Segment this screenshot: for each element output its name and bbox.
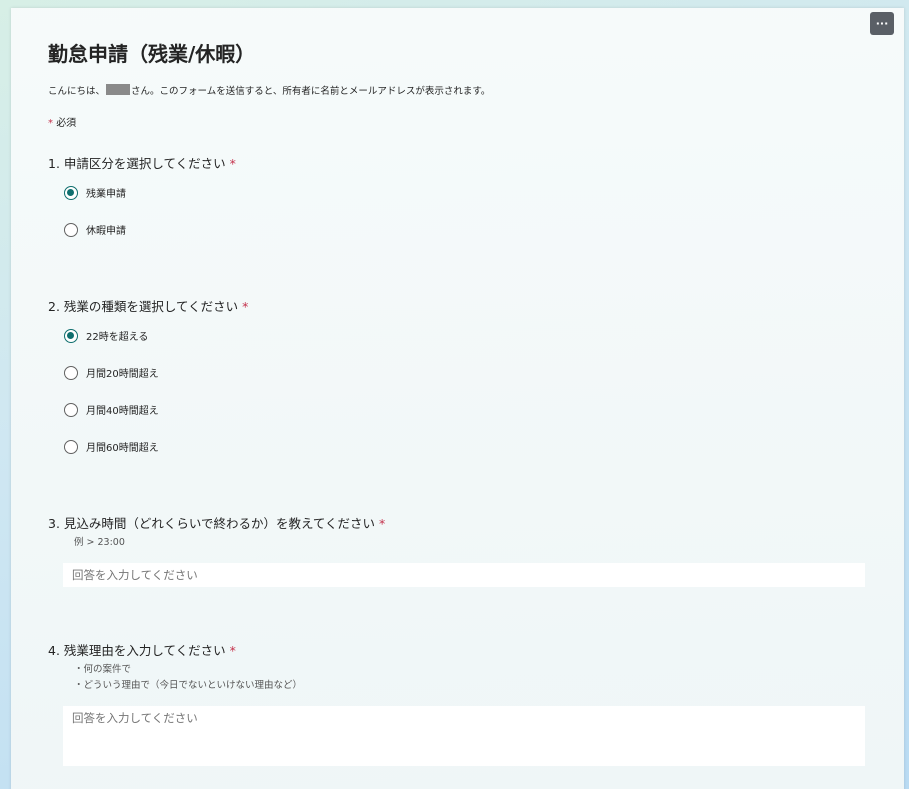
question-1-required-star: * [229, 156, 236, 171]
radio-unchecked-icon[interactable] [64, 365, 78, 380]
radio-unchecked-icon[interactable] [64, 222, 78, 237]
option-label: 月間40時間超え [86, 406, 159, 417]
greeting-text: こんにちは、 さん。このフォームを送信すると、所有者に名前とメールアドレスが表示さ… [48, 83, 490, 97]
required-star: * [48, 118, 53, 129]
question-2-title: 2. 残業の種類を選択してください * [48, 296, 248, 315]
question-3-label: 3. 見込み時間（どれくらいで終わるか）を教えてください [48, 516, 376, 531]
expected-time-input[interactable] [63, 563, 865, 587]
question-2-required-star: * [242, 299, 249, 314]
option-monthly-60h[interactable]: 月間60時間超え [64, 439, 159, 454]
option-leave-request[interactable]: 休暇申請 [64, 222, 126, 237]
question-4-title: 4. 残業理由を入力してください * [48, 640, 236, 659]
overtime-reason-textarea[interactable] [63, 706, 865, 766]
radio-checked-icon[interactable] [64, 185, 78, 200]
form-title: 勤怠申請（残業/休暇） [48, 42, 256, 66]
required-note: * 必須 [48, 114, 76, 129]
redacted-name [106, 84, 131, 95]
question-3-title: 3. 見込み時間（どれくらいで終わるか）を教えてください * [48, 513, 385, 532]
form-card [11, 8, 904, 789]
question-4-hint-line-2: ・どういう理由で（今日でないといけない理由など） [74, 680, 303, 691]
option-monthly-20h[interactable]: 月間20時間超え [64, 365, 159, 380]
option-label: 月間20時間超え [86, 369, 159, 380]
required-label: 必須 [56, 118, 77, 129]
question-2-label: 2. 残業の種類を選択してください [48, 299, 239, 314]
greeting-prefix: こんにちは、 [48, 86, 106, 97]
radio-unchecked-icon[interactable] [64, 402, 78, 417]
question-3-hint: 例 > 23:00 [74, 537, 125, 548]
greeting-suffix: さん。このフォームを送信すると、所有者に名前とメールアドレスが表示されます。 [131, 86, 491, 97]
question-4-hint-line-1: ・何の案件で [74, 664, 132, 675]
question-4-required-star: * [229, 643, 236, 658]
question-1-label: 1. 申請区分を選択してください [48, 156, 226, 171]
more-options-icon: ··· [875, 17, 889, 30]
option-monthly-40h[interactable]: 月間40時間超え [64, 402, 159, 417]
radio-checked-icon[interactable] [64, 328, 78, 343]
option-label: 残業申請 [86, 189, 126, 200]
option-overtime-request[interactable]: 残業申請 [64, 185, 126, 200]
radio-unchecked-icon[interactable] [64, 439, 78, 454]
more-options-button[interactable]: ··· [870, 12, 894, 35]
question-4-label: 4. 残業理由を入力してください [48, 643, 226, 658]
option-over-22h[interactable]: 22時を超える [64, 328, 148, 343]
option-label: 休暇申請 [86, 226, 126, 237]
option-label: 月間60時間超え [86, 443, 159, 454]
question-1-title: 1. 申請区分を選択してください * [48, 153, 236, 172]
question-3-required-star: * [379, 516, 386, 531]
option-label: 22時を超える [86, 332, 149, 343]
